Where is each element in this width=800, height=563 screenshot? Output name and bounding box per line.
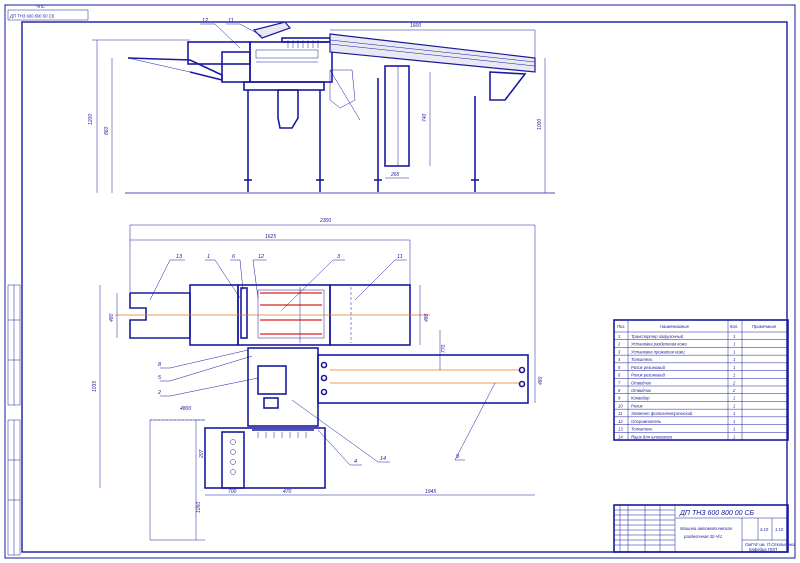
plan-callout-6: 6 [232,254,236,260]
spec-row-qty: 2 [732,388,736,393]
dim-pit-w: 4800 [180,406,191,412]
spec-row-qty: 1 [733,365,735,370]
title-name-1: Машина автоматическая [680,526,733,531]
dim-b1: 700 [228,489,237,495]
dim-pit-h: 207 [199,449,205,459]
spec-header-name: Наименование [660,324,690,329]
spec-row-name: Отводчик [631,380,652,385]
dim-h1: 1200 [88,114,94,125]
dim-mid: 770 [441,344,447,353]
spec-row-pos: 9 [618,396,621,401]
title-block: ДП ТНЗ 600 800 00 СБ Машина автоматическ… [613,504,795,553]
spec-row-pos: 7 [618,380,621,385]
spec-row-name: Ящик для шпикового [630,434,673,439]
spec-row-name: Конвейер [631,396,650,401]
plan-callout-9: 9 [456,454,459,460]
spec-row-name: Установка разделения кожи [631,342,688,347]
spec-row-name: Ролик [631,403,644,408]
dim-h4: 740 [422,113,428,122]
spec-row-pos: 4 [618,357,621,362]
sheet-corner-text: ЧПС [36,4,46,9]
spec-row-qty: 1 [733,403,735,408]
dim-main: 1625 [265,234,276,240]
title-code: ДП ТНЗ 600 800 00 СБ [679,510,755,517]
dim-pit-depth: 1050 [196,502,202,513]
corner-stamp-code: ДП ТНЗ 600 800 00 СБ [9,14,55,19]
spec-table: Поз. Наименование Кол. Примечание 1 Транс… [613,319,789,441]
spec-row-pos: 3 [618,349,621,354]
left-binding-strips [7,284,21,556]
dim-w-left: 480 [109,313,115,322]
plan-callout-4: 4 [354,459,357,465]
spec-row-pos: 11 [618,411,622,416]
plan-callout-2: 2 [157,390,161,396]
drawing-sheet: ДП ТНЗ 600 800 00 СБ ЧПС 1600 1200 860 1… [4,4,796,559]
spec-row-name: Транспортер загрузочный [631,334,684,339]
spec-row-qty: 1 [733,411,735,416]
spec-row-qty: 1 [733,396,735,401]
spec-row-name: Установка прижатия кожи [631,349,685,354]
spec-row-pos: 6 [618,373,621,378]
spec-row-qty: 1 [733,334,735,339]
plan-callout-14: 14 [380,456,386,462]
spec-row-name: Ролик резиновый [631,373,666,378]
side-callout-12: 12 [202,18,208,24]
spec-row-name: Толкатель [631,357,653,362]
spec-header-pos: Поз. [617,324,625,329]
dim-h-total: 1035 [92,381,98,392]
dim-h2: 860 [104,126,110,135]
corner-stamp: ДП ТНЗ 600 800 00 СБ [7,9,89,21]
plan-callout-13: 13 [176,254,183,260]
dim-w-right: 480 [424,313,430,322]
spec-row-qty: 1 [733,434,735,439]
spec-row-qty: 1 [733,419,735,424]
spec-row-qty: 2 [732,380,736,385]
spec-row-pos: 8 [618,388,621,393]
title-scale: 1:10 [775,527,784,532]
dim-b2: 470 [283,489,292,495]
side-callout-11: 11 [228,18,234,24]
dim-w1: 265 [390,172,400,178]
plan-callout-8: 8 [158,362,162,368]
spec-row-qty: 1 [733,427,735,432]
spec-header-note: Примечание [752,324,777,329]
spec-row-qty: 1 [733,373,735,378]
spec-rows: 1 Транспортер загрузочный 12 Установка разд… [614,334,788,439]
spec-row-pos: 5 [618,365,621,370]
dim-overall: 2300 [319,218,331,224]
inner-frame [21,21,788,553]
plan-callout-11: 11 [397,254,403,260]
dim-conv: 480 [538,376,544,385]
spec-row-name: Отводчик [631,388,652,393]
spec-row-pos: 12 [618,419,623,424]
title-org-2: Кафедра ПОП [749,547,778,552]
plan-callout-5: 5 [158,375,162,381]
spec-row-pos: 14 [618,434,623,439]
spec-row-qty: 1 [733,342,735,347]
spec-header-qty: Кол. [730,324,738,329]
spec-row-pos: 13 [618,427,623,432]
side-view: 1600 1200 860 1000 740 265 12 11 [88,18,555,194]
dim-top-length: 1600 [410,23,421,29]
spec-row-name: Толкатель [631,427,653,432]
spec-row-qty: 1 [733,349,735,354]
plan-callout-1: 1 [207,254,210,260]
title-name-2: разделочная 30-Ч/1 [683,534,722,539]
dim-h3: 1000 [537,119,543,130]
spec-row-pos: 10 [618,403,623,408]
title-mass: 4.10 [760,527,769,532]
spec-row-name: Элемент фотоэлектрический [631,411,693,416]
spec-row-pos: 1 [618,334,620,339]
plan-callout-3: 3 [337,254,341,260]
spec-row-pos: 2 [617,342,621,347]
spec-row-name: Опорожнитель [631,419,661,424]
spec-row-qty: 1 [733,357,735,362]
spec-row-name: Ролик резиновый [631,365,666,370]
plan-callout-12: 12 [258,254,264,260]
dim-b3: 1945 [425,489,436,495]
plan-view: 2300 1625 480 480 770 1035 480 4800 207 … [92,218,544,541]
